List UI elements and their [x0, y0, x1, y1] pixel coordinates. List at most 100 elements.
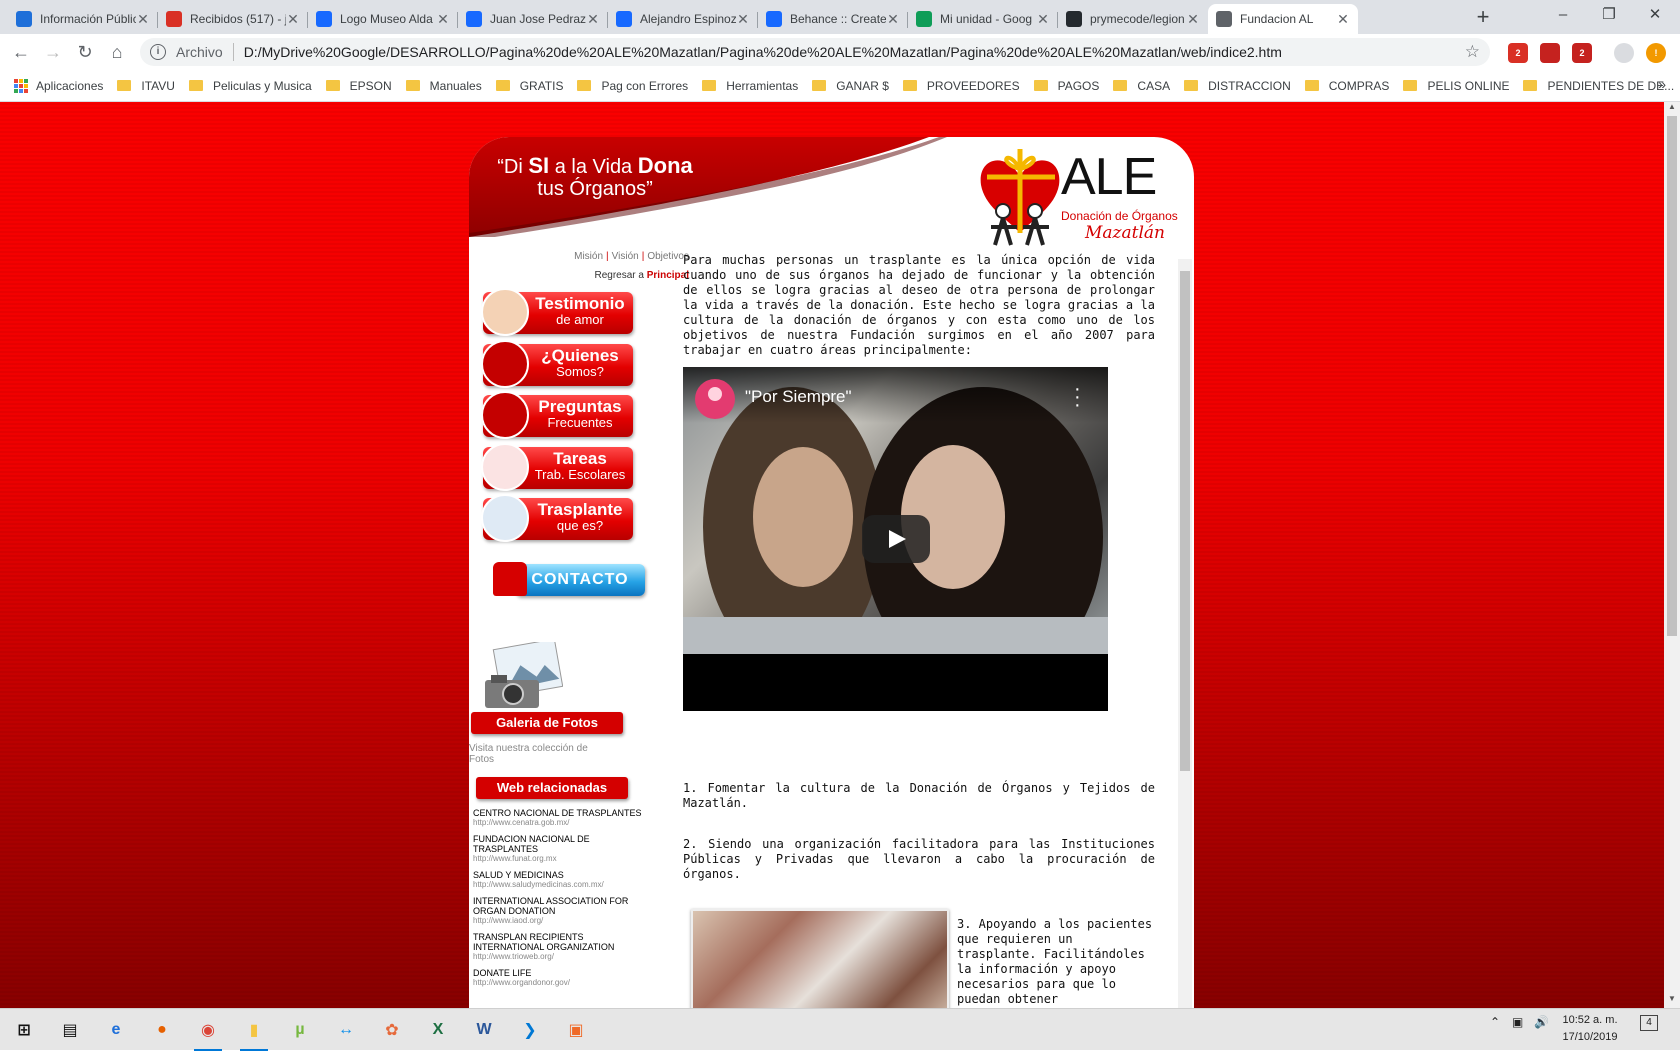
restore-button[interactable]: ❐	[1586, 0, 1632, 30]
firefox-icon[interactable]: ●	[146, 1014, 178, 1046]
start-icon[interactable]: ⊞	[8, 1014, 40, 1046]
bookmark-folder[interactable]: Pag con Errores	[577, 79, 688, 93]
close-window-button[interactable]: ✕	[1632, 0, 1678, 30]
bookmark-apps[interactable]: Aplicaciones	[14, 78, 103, 93]
system-clock[interactable]: 10:52 a. m. 17/10/2019	[1555, 1012, 1625, 1046]
tab-5[interactable]: Behance :: Create ✕	[758, 4, 908, 34]
content-scroll-thumb[interactable]	[1180, 271, 1190, 771]
bookmark-folder[interactable]: Manuales	[405, 79, 482, 93]
related-web-name[interactable]: SALUD Y MEDICINAS	[473, 870, 643, 880]
nav-button-1[interactable]: ¿Quienes Somos?	[481, 339, 633, 388]
related-web-item[interactable]: FUNDACION NACIONAL DE TRASPLANTES http://…	[473, 834, 643, 864]
scroll-up-arrow-icon[interactable]: ▲	[1664, 102, 1680, 116]
info-icon[interactable]: i	[150, 44, 166, 60]
back-arrow-icon[interactable]: ←	[6, 37, 36, 67]
link-mision[interactable]: Misión	[574, 251, 603, 262]
reload-icon[interactable]: ↻	[70, 37, 100, 67]
close-tab-icon[interactable]: ✕	[1186, 11, 1200, 28]
related-web-item[interactable]: CENTRO NACIONAL DE TRASPLANTES http://www…	[473, 808, 643, 828]
youtube-video[interactable]: "Por Siempre" · · ·	[683, 367, 1108, 711]
address-url[interactable]: D:/MyDrive%20Google/DESARROLLO/Pagina%20…	[244, 44, 1282, 60]
nav-button-4[interactable]: Trasplante que es?	[481, 494, 633, 542]
tab-1[interactable]: Recibidos (517) - j ✕	[158, 4, 308, 34]
tab-6[interactable]: Mi unidad - Goog ✕	[908, 4, 1058, 34]
volume-icon[interactable]: 🔊	[1534, 1015, 1549, 1029]
contact-button[interactable]: CONTACTO	[493, 556, 645, 604]
bookmark-star-icon[interactable]: ☆	[1465, 42, 1480, 62]
link-vision[interactable]: Visión	[612, 251, 639, 262]
video-title[interactable]: "Por Siempre"	[745, 387, 852, 407]
nav-button-0[interactable]: Testimonio de amor	[481, 288, 633, 336]
adblock-icon[interactable]: 2	[1572, 43, 1592, 63]
tray-chevron-icon[interactable]: ⌃	[1490, 1015, 1500, 1029]
bookmark-folder[interactable]: PELIS ONLINE	[1403, 79, 1509, 93]
bookmark-folder[interactable]: ITAVU	[117, 79, 175, 93]
app-flower-icon[interactable]: ✿	[376, 1014, 408, 1046]
page-scroll-thumb[interactable]	[1667, 116, 1677, 636]
play-button[interactable]	[862, 515, 930, 563]
content-scrollbar[interactable]	[1178, 259, 1192, 1008]
edge-icon[interactable]: e	[100, 1014, 132, 1046]
file-explorer-icon[interactable]: ▮	[238, 1014, 270, 1051]
tab-0[interactable]: Información Públic ✕	[8, 4, 158, 34]
related-web-name[interactable]: CENTRO NACIONAL DE TRASPLANTES	[473, 808, 643, 818]
bookmark-folder[interactable]: EPSON	[325, 79, 392, 93]
camera-photo-icon[interactable]	[483, 642, 563, 710]
related-web-item[interactable]: INTERNATIONAL ASSOCIATION FOR ORGAN DONA…	[473, 896, 643, 926]
bookmark-folder[interactable]: CASA	[1113, 79, 1170, 93]
bookmark-folder[interactable]: DISTRACCION	[1184, 79, 1291, 93]
app-orange-icon[interactable]: ▣	[560, 1014, 592, 1046]
ext-red-badge-icon[interactable]: 2	[1508, 43, 1528, 63]
close-tab-icon[interactable]: ✕	[886, 11, 900, 28]
bookmark-folder[interactable]: PROVEEDORES	[902, 79, 1020, 93]
related-web-name[interactable]: TRANSPLAN RECIPIENTS INTERNATIONAL ORGAN…	[473, 932, 643, 952]
network-icon[interactable]: ▣	[1512, 1015, 1523, 1029]
vscode-icon[interactable]: ❯	[514, 1014, 546, 1046]
related-web-url[interactable]: http://www.saludymedicinas.com.mx/	[473, 880, 643, 890]
related-web-url[interactable]: http://www.cenatra.gob.mx/	[473, 818, 643, 828]
close-tab-icon[interactable]: ✕	[286, 11, 300, 28]
bookmark-folder[interactable]: Peliculas y Musica	[188, 79, 312, 93]
related-web-url[interactable]: http://www.iaod.org/	[473, 916, 643, 926]
close-tab-icon[interactable]: ✕	[136, 11, 150, 28]
related-web-url[interactable]: http://www.trioweb.org/	[473, 952, 643, 962]
bookmark-folder[interactable]: PAGOS	[1033, 79, 1099, 93]
ext-forward-icon[interactable]	[1540, 43, 1560, 63]
bookmark-folder[interactable]: GRATIS	[495, 79, 563, 93]
tab-7[interactable]: prymecode/legion ✕	[1058, 4, 1208, 34]
tab-2[interactable]: Logo Museo Alda ✕	[308, 4, 458, 34]
bookmark-folder[interactable]: COMPRAS	[1304, 79, 1389, 93]
related-web-item[interactable]: TRANSPLAN RECIPIENTS INTERNATIONAL ORGAN…	[473, 932, 643, 962]
channel-avatar-icon[interactable]	[695, 379, 735, 419]
close-tab-icon[interactable]: ✕	[586, 11, 600, 28]
excel-icon[interactable]: X	[422, 1014, 454, 1046]
notifications-icon[interactable]: 4	[1640, 1015, 1658, 1031]
home-icon[interactable]: ⌂	[102, 37, 132, 67]
bookmark-folder[interactable]: GANAR $	[812, 79, 889, 93]
task-view-icon[interactable]: ▤	[54, 1014, 86, 1046]
gallery-button[interactable]: Galeria de Fotos	[471, 712, 623, 734]
utorrent-icon[interactable]: µ	[284, 1014, 316, 1046]
close-tab-icon[interactable]: ✕	[436, 11, 450, 28]
nav-button-3[interactable]: Tareas Trab. Escolares	[481, 442, 633, 491]
profile-avatar[interactable]	[1614, 43, 1634, 63]
minimize-button[interactable]: –	[1540, 0, 1586, 30]
ale-logo[interactable]: ALE Donación de Órganos Mazatlán	[977, 147, 1189, 257]
scroll-down-arrow-icon[interactable]: ▼	[1664, 994, 1680, 1008]
bookmark-folder[interactable]: PENDIENTES DE DE...	[1523, 79, 1674, 93]
teamviewer-icon[interactable]: ↔	[330, 1014, 362, 1046]
page-scrollbar[interactable]: ▲ ▼	[1664, 102, 1680, 1008]
related-web-name[interactable]: FUNDACION NACIONAL DE TRASPLANTES	[473, 834, 643, 854]
tab-4[interactable]: Alejandro Espinoz ✕	[608, 4, 758, 34]
address-bar[interactable]: i Archivo D:/MyDrive%20Google/DESARROLLO…	[140, 38, 1490, 66]
tab-8[interactable]: Fundacion AL ✕	[1208, 4, 1358, 34]
contact-label[interactable]: CONTACTO	[515, 564, 645, 596]
related-web-item[interactable]: DONATE LIFE http://www.organdonor.gov/	[473, 968, 643, 988]
word-icon[interactable]: W	[468, 1014, 500, 1046]
forward-arrow-icon[interactable]: →	[38, 37, 68, 67]
related-web-item[interactable]: SALUD Y MEDICINAS http://www.saludymedici…	[473, 870, 643, 890]
related-web-name[interactable]: INTERNATIONAL ASSOCIATION FOR ORGAN DONA…	[473, 896, 643, 916]
close-tab-icon[interactable]: ✕	[1036, 11, 1050, 28]
bookmark-folder[interactable]: Herramientas	[702, 79, 798, 93]
nav-button-2[interactable]: Preguntas Frecuentes	[481, 391, 633, 439]
